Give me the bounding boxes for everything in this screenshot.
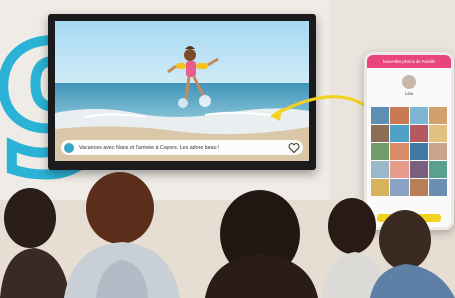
photo-thumbnail[interactable] — [390, 125, 409, 142]
photo-caption: Vacances avec Nans et l'arrivée à Cayors… — [79, 144, 220, 151]
photo-thumbnail[interactable] — [390, 107, 409, 124]
photo-thumbnail[interactable] — [371, 107, 390, 124]
photo-thumbnail[interactable] — [409, 107, 428, 124]
photo-caption-bar: Vacances avec Nans et l'arrivée à Cayors… — [61, 140, 303, 155]
photo-thumbnail[interactable] — [371, 143, 390, 160]
photo-thumbnail[interactable] — [428, 143, 447, 160]
profile-name: Lisa — [405, 91, 413, 96]
sender-avatar — [64, 142, 74, 153]
heart-icon[interactable] — [288, 142, 300, 154]
photo-thumbnail[interactable] — [409, 125, 428, 142]
arrow-icon — [270, 95, 368, 121]
photo-thumbnail[interactable] — [428, 107, 447, 124]
audience-silhouettes — [0, 172, 455, 298]
tv-screen: Vacances avec Nans et l'arrivée à Cayors… — [55, 21, 309, 161]
avatar[interactable] — [402, 75, 416, 89]
photo-thumbnail[interactable] — [428, 125, 447, 142]
photo-thumbnail[interactable] — [371, 125, 390, 142]
photo-thumbnail[interactable] — [409, 143, 428, 160]
photo-thumbnail[interactable] — [390, 143, 409, 160]
app-header: Nouvelles photos de Famille — [367, 55, 451, 68]
